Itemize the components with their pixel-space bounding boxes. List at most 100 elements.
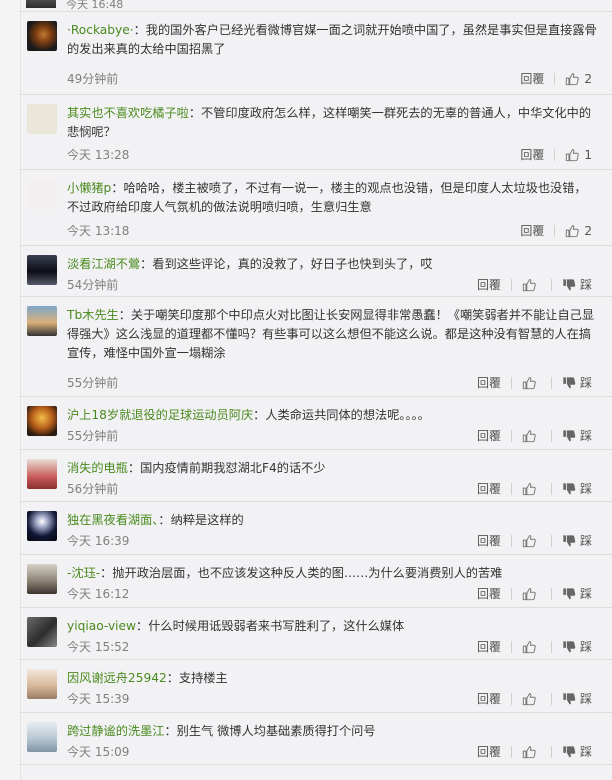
comment-line: ·Rockabye·：我的国外客户已经光看微博官媒一面之词就开始喷中国了，虽然是… bbox=[67, 21, 597, 40]
tread-button[interactable]: 踩 bbox=[562, 427, 592, 444]
divider bbox=[550, 429, 552, 442]
like-button[interactable] bbox=[522, 429, 541, 443]
like-button[interactable]: 2 bbox=[565, 224, 592, 238]
comment-actions: 回覆 踩 bbox=[477, 532, 592, 549]
tread-button[interactable]: 踩 bbox=[562, 690, 592, 707]
like-button[interactable]: 2 bbox=[565, 72, 592, 86]
like-button[interactable] bbox=[522, 640, 541, 654]
like-button[interactable] bbox=[522, 745, 541, 759]
divider bbox=[510, 534, 512, 547]
comment-time: 今天 15:52 bbox=[67, 640, 130, 654]
reply-button[interactable]: 回覆 bbox=[477, 743, 501, 760]
tread-button[interactable]: 踩 bbox=[562, 480, 592, 497]
list-item: 其实也不喜欢吃橘子啦：不管印度政府怎么样，这样嘲笑一群死去的无辜的普通人，中华文… bbox=[20, 95, 612, 170]
avatar[interactable] bbox=[27, 617, 57, 647]
comment-content: ：我的国外客户已经光看微博官媒一面之词就开始喷中国了，虽然是事实但是直接露骨 bbox=[133, 23, 597, 37]
reply-button[interactable]: 回覆 bbox=[477, 480, 501, 497]
avatar[interactable] bbox=[27, 179, 57, 209]
tread-button[interactable]: 踩 bbox=[562, 374, 592, 391]
comment-line: -沈珏-：抛开政治层面，也不应该发这种反人类的图……为什么要消费别人的苦难 bbox=[67, 564, 597, 583]
tread-button[interactable]: 踩 bbox=[562, 743, 592, 760]
like-button[interactable] bbox=[522, 587, 541, 601]
divider bbox=[510, 692, 512, 705]
reply-button[interactable]: 回覆 bbox=[520, 146, 544, 163]
avatar[interactable] bbox=[27, 564, 57, 594]
like-button[interactable] bbox=[522, 278, 541, 292]
comment-actions: 回覆 2 bbox=[520, 222, 592, 239]
comment-time: 今天 13:18 bbox=[67, 224, 130, 238]
username-link[interactable]: -沈珏- bbox=[67, 566, 100, 580]
avatar[interactable] bbox=[27, 669, 57, 699]
comment-text: yiqiao-view：什么时候用诋毁弱者来书写胜利了，这什么媒体 bbox=[67, 617, 597, 636]
like-button[interactable] bbox=[522, 376, 541, 390]
avatar[interactable] bbox=[26, 0, 56, 8]
reply-button[interactable]: 回覆 bbox=[520, 70, 544, 87]
username-link[interactable]: 消失的电瓶 bbox=[67, 461, 128, 475]
avatar[interactable] bbox=[27, 255, 57, 285]
reply-button[interactable]: 回覆 bbox=[477, 374, 501, 391]
tread-button[interactable]: 踩 bbox=[562, 585, 592, 602]
comment-actions: 回覆 踩 bbox=[477, 638, 592, 655]
like-button[interactable]: 1 bbox=[565, 148, 592, 162]
avatar[interactable] bbox=[27, 21, 57, 51]
thumb-up-icon bbox=[522, 376, 536, 389]
like-button[interactable] bbox=[522, 534, 541, 548]
avatar[interactable] bbox=[27, 306, 57, 336]
username-link[interactable]: 独在黑夜看湖面、 bbox=[67, 513, 158, 527]
avatar[interactable] bbox=[27, 511, 57, 541]
username-link[interactable]: 跨过静谧的洗墨江 bbox=[67, 724, 165, 738]
tread-button[interactable]: 踩 bbox=[562, 532, 592, 549]
comment-content: ：国内疫情前期我怼湖北F4的话不少 bbox=[127, 461, 326, 475]
comment-content: ：什么时候用诋毁弱者来书写胜利了，这什么媒体 bbox=[136, 619, 405, 633]
reply-button[interactable]: 回覆 bbox=[477, 532, 501, 549]
comment-text: ·Rockabye·：我的国外客户已经光看微博官媒一面之词就开始喷中国了，虽然是… bbox=[67, 21, 597, 59]
username-link[interactable]: Tb木先生 bbox=[67, 308, 119, 322]
divider bbox=[510, 745, 512, 758]
username-link[interactable]: 淡看江湖不鶯 bbox=[67, 257, 140, 271]
comment-text: 淡看江湖不鶯：看到这些评论，真的没救了，好日子也快到头了，哎 bbox=[67, 255, 597, 274]
username-link[interactable]: yiqiao-view bbox=[67, 619, 136, 633]
like-button[interactable] bbox=[522, 692, 541, 706]
reply-button[interactable]: 回覆 bbox=[477, 690, 501, 707]
tread-label: 踩 bbox=[579, 534, 592, 548]
comment-text: 消失的电瓶：国内疫情前期我怼湖北F4的话不少 bbox=[67, 459, 597, 478]
username-link[interactable]: ·Rockabye· bbox=[67, 23, 134, 37]
tread-button[interactable]: 踩 bbox=[562, 638, 592, 655]
comment-line: 悲悯呢？ bbox=[67, 123, 597, 142]
username-link[interactable]: 小懒猪p bbox=[67, 181, 111, 195]
comment-content: ：抛开政治层面，也不应该发这种反人类的图……为什么要消费别人的苦难 bbox=[100, 566, 503, 580]
reply-button[interactable]: 回覆 bbox=[520, 222, 544, 239]
username-link[interactable]: 沪上18岁就退役的足球运动员阿庆 bbox=[67, 408, 253, 422]
comment-line: 淡看江湖不鶯：看到这些评论，真的没救了，好日子也快到头了，哎 bbox=[67, 255, 597, 274]
avatar[interactable] bbox=[27, 104, 57, 134]
thumb-down-icon bbox=[563, 534, 576, 546]
username-link[interactable]: 其实也不喜欢吃橘子啦 bbox=[67, 106, 189, 120]
divider bbox=[510, 429, 512, 442]
thumb-down-icon bbox=[563, 376, 576, 388]
reply-button[interactable]: 回覆 bbox=[477, 638, 501, 655]
comment-content: ：不管印度政府怎么样，这样嘲笑一群死去的无辜的普通人，中华文化中的 bbox=[188, 106, 592, 120]
list-item: yiqiao-view：什么时候用诋毁弱者来书写胜利了，这什么媒体 今天 15:5… bbox=[20, 608, 612, 660]
comment-actions: 回覆 2 bbox=[520, 70, 592, 87]
list-item-partial: 今天 16:48 bbox=[20, 0, 612, 12]
reply-button[interactable]: 回覆 bbox=[477, 585, 501, 602]
comment-line: 消失的电瓶：国内疫情前期我怼湖北F4的话不少 bbox=[67, 459, 597, 478]
username-link[interactable]: 因风谢远舟25942 bbox=[67, 671, 167, 685]
thumb-down-icon bbox=[563, 429, 576, 441]
avatar[interactable] bbox=[27, 459, 57, 489]
reply-button[interactable]: 回覆 bbox=[477, 427, 501, 444]
tread-button[interactable]: 踩 bbox=[562, 276, 592, 293]
list-item: 小懒猪p：哈哈哈，楼主被喷了，不过有一说一，楼主的观点也没错，但是印度人太垃圾也… bbox=[20, 170, 612, 246]
like-button[interactable] bbox=[522, 482, 541, 496]
thumb-down-icon bbox=[563, 587, 576, 599]
divider bbox=[510, 640, 512, 653]
comment-content: 得强大》这么浅显的道理都不懂吗？有些事可以这么想但不能这么说。都是这种没有智慧的… bbox=[67, 327, 592, 341]
avatar[interactable] bbox=[27, 406, 57, 436]
thumb-up-icon bbox=[522, 692, 536, 705]
comment-line: 宣传，难怪中国外宣一塌糊涂 bbox=[67, 344, 597, 363]
comment-time: 55分钟前 bbox=[67, 376, 119, 390]
comment-line: 独在黑夜看湖面、：纳粹是这样的 bbox=[67, 511, 597, 530]
avatar[interactable] bbox=[27, 722, 57, 752]
comment-content: 悲悯呢？ bbox=[67, 125, 116, 139]
reply-button[interactable]: 回覆 bbox=[477, 276, 501, 293]
